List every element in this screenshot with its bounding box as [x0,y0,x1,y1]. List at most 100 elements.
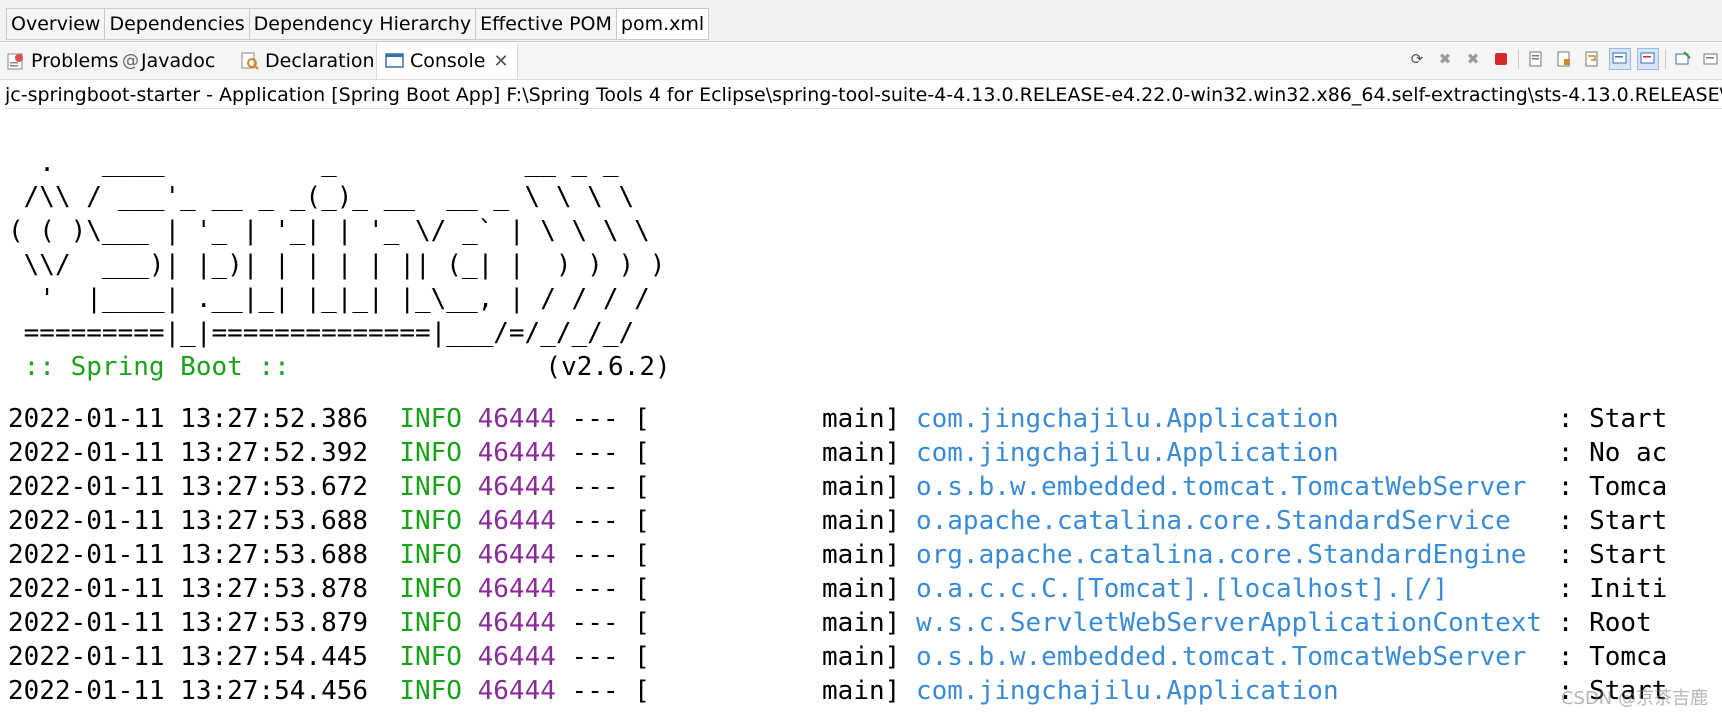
banner-line: =========|_|==============|___/=/_/_/_/ [8,318,635,348]
pom-tab-effective-pom[interactable]: Effective POM [475,8,616,40]
log-thread: main [649,506,885,536]
tab-problems[interactable]: Problems [6,43,119,79]
tab-javadoc-label: Javadoc [141,50,216,72]
log-bracket: ] [884,642,901,672]
log-level: INFO [399,472,462,502]
log-thread: main [649,642,885,672]
console-output[interactable]: . ____ _ __ _ _ /\\ / ___'_ __ _ _(_)_ _… [8,146,1722,714]
toolbar-separator [1518,49,1519,69]
tab-problems-label: Problems [31,50,119,72]
pin-console-icon[interactable] [1672,48,1694,70]
divider [5,108,1722,109]
log-logger: w.s.c.ServletWebServerApplicationContext [915,608,1543,638]
log-colon: : [1542,540,1590,570]
relaunch-icon[interactable]: ⟳ [1406,48,1428,70]
log-bracket: ] [884,574,901,604]
log-logger: com.jingchajilu.Application [915,676,1543,706]
banner-line: ( ( )\___ | '_ | '_| | '_ \/ _` | \ \ \ … [8,216,650,246]
log-pid: 46444 [477,574,556,604]
terminate-icon[interactable] [1490,48,1512,70]
log-pid: 46444 [477,506,556,536]
log-line: 2022-01-11 13:27:52.386 INFO 46444 --- [… [8,402,1722,436]
log-message: Start [1589,404,1668,434]
log-bracket: ] [884,438,901,468]
log-level: INFO [399,676,462,706]
log-bracket: ] [884,676,901,706]
log-timestamp: 2022-01-11 13:27:52.386 [8,404,369,434]
show-on-stdout-icon[interactable] [1609,48,1631,70]
log-separator: --- [ [555,676,650,706]
log-thread: main [649,438,885,468]
declaration-icon [240,51,260,71]
remove-all-launches-icon[interactable]: ✖ [1462,48,1484,70]
close-icon[interactable]: ✕ [493,51,508,72]
log-level: INFO [399,642,462,672]
clear-console-icon[interactable] [1525,48,1547,70]
scroll-lock-icon[interactable] [1553,48,1575,70]
banner-line: \\/ ___)| |_)| | | | | || (_| | ) ) ) ) [8,250,666,280]
log-separator: --- [ [555,506,650,536]
log-timestamp: 2022-01-11 13:27:52.392 [8,438,369,468]
log-lines: 2022-01-11 13:27:52.386 INFO 46444 --- [… [8,402,1722,708]
log-message: Start [1589,540,1668,570]
log-logger: o.apache.catalina.core.StandardService [915,506,1543,536]
log-logger: com.jingchajilu.Application [915,404,1543,434]
log-pid: 46444 [477,472,556,502]
word-wrap-icon[interactable] [1581,48,1603,70]
log-colon: : [1542,574,1590,604]
log-message: Tomca [1589,642,1668,672]
log-thread: main [649,676,885,706]
log-separator: --- [ [555,574,650,604]
log-bracket: ] [884,506,901,536]
log-logger: org.apache.catalina.core.StandardEngine [915,540,1543,570]
log-line: 2022-01-11 13:27:52.392 INFO 46444 --- [… [8,436,1722,470]
log-level: INFO [399,404,462,434]
remove-launch-icon[interactable]: ✖ [1434,48,1456,70]
log-message: Start [1589,506,1668,536]
log-line: 2022-01-11 13:27:53.672 INFO 46444 --- [… [8,470,1722,504]
log-timestamp: 2022-01-11 13:27:53.672 [8,472,369,502]
toolbar-separator [1665,49,1666,69]
log-logger: o.a.c.c.C.[Tomcat].[localhost].[/] [915,574,1543,604]
log-pid: 46444 [477,676,556,706]
log-pid: 46444 [477,404,556,434]
spring-boot-version-line: :: Spring Boot :: (v2.6.2) [8,350,1722,384]
log-message: Tomca [1589,472,1668,502]
log-thread: main [649,540,885,570]
log-colon: : [1542,472,1590,502]
log-separator: --- [ [555,472,650,502]
log-timestamp: 2022-01-11 13:27:53.879 [8,608,369,638]
pom-tab-pom-xml[interactable]: pom.xml [615,8,710,40]
tab-javadoc[interactable]: @ Javadoc [122,43,215,79]
pom-tab-dependencies[interactable]: Dependencies [104,8,249,40]
log-logger: o.s.b.w.embedded.tomcat.TomcatWebServer [915,472,1543,502]
log-line: 2022-01-11 13:27:53.878 INFO 46444 --- [… [8,572,1722,606]
pom-editor-tabs: Overview Dependencies Dependency Hierarchy… [0,0,1722,42]
log-message: No ac [1589,438,1668,468]
watermark: CSDN @京茶吉鹿 [1560,688,1708,709]
log-colon: : [1542,404,1590,434]
pom-tab-dependency-hierarchy[interactable]: Dependency Hierarchy [248,8,476,40]
log-level: INFO [399,506,462,536]
log-separator: --- [ [555,608,650,638]
tab-declaration[interactable]: Declaration [240,43,375,79]
log-bracket: ] [884,472,901,502]
tab-console-label: Console [410,50,486,72]
log-message: Initi [1589,574,1668,604]
log-message: Root [1589,608,1652,638]
log-line: 2022-01-11 13:27:53.688 INFO 46444 --- [… [8,504,1722,538]
spring-banner: . ____ _ __ _ _ /\\ / ___'_ __ _ _(_)_ _… [8,146,1722,350]
log-thread: main [649,574,885,604]
log-logger: o.s.b.w.embedded.tomcat.TomcatWebServer [915,642,1543,672]
pom-tab-overview[interactable]: Overview [6,8,105,40]
log-level: INFO [399,540,462,570]
log-bracket: ] [884,608,901,638]
log-separator: --- [ [555,438,650,468]
log-line: 2022-01-11 13:27:53.879 INFO 46444 --- [… [8,606,1722,640]
show-on-stderr-icon[interactable] [1637,48,1659,70]
tab-console[interactable]: Console ✕ [376,43,518,79]
log-level: INFO [399,438,462,468]
log-pid: 46444 [477,438,556,468]
log-level: INFO [399,608,462,638]
display-console-icon[interactable] [1700,48,1722,70]
